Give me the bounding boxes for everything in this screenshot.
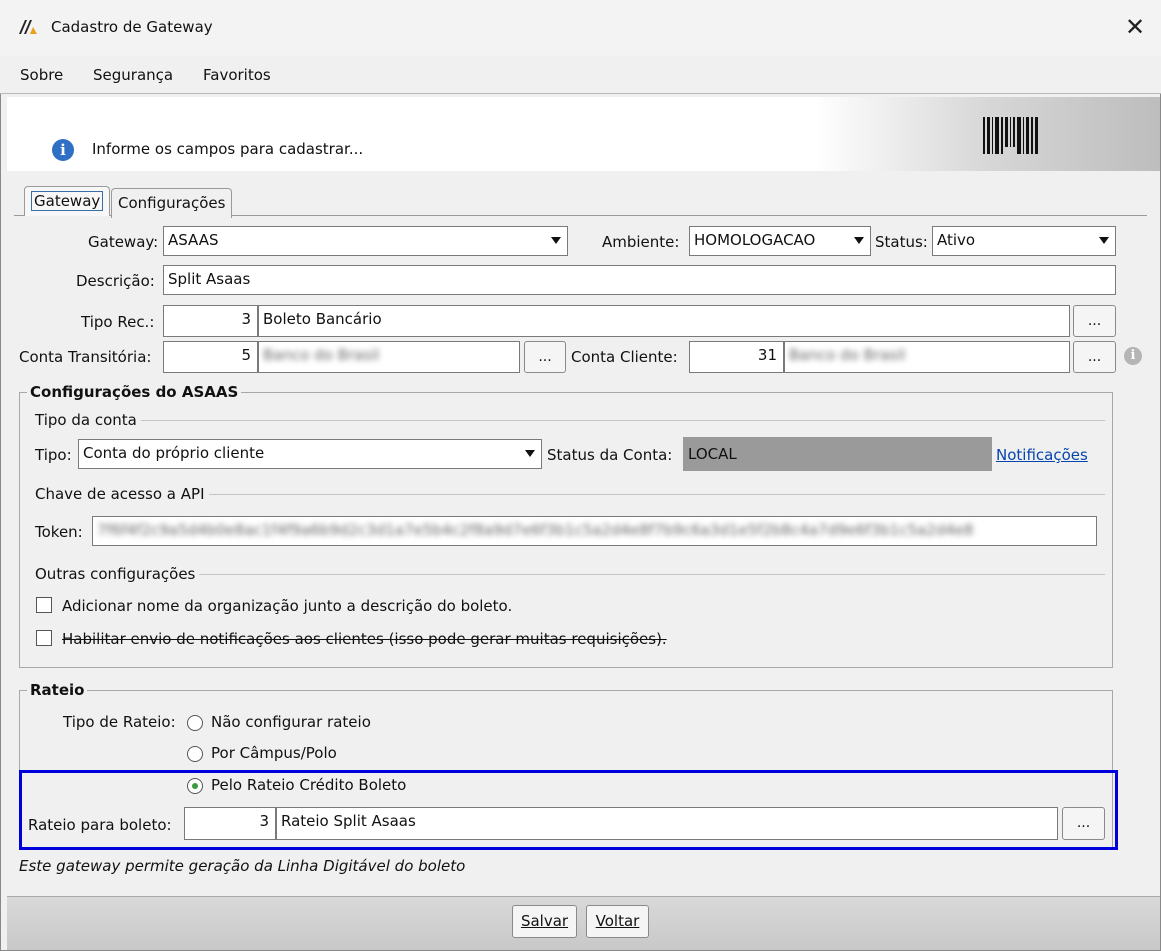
- ambiente-select[interactable]: HOMOLOGACAO: [689, 226, 871, 256]
- status-label: Status:: [875, 233, 928, 251]
- tipo-conta-title: Tipo da conta: [35, 411, 141, 429]
- token-input[interactable]: 7f6f4f2c9a5d4b0e8ac1f4f9a6b9d2c3d1a7e5b4…: [92, 516, 1097, 546]
- tab-gateway-label: Gateway: [31, 191, 104, 211]
- tipo-rec-code-input[interactable]: 3: [163, 305, 258, 337]
- ambiente-label: Ambiente:: [602, 233, 680, 251]
- conta-transitoria-name-field: Banco do Brasil: [258, 341, 520, 373]
- status-conta-field: LOCAL: [683, 437, 992, 471]
- tipo-rec-lookup-button[interactable]: ...: [1073, 305, 1116, 337]
- tab-configuracoes[interactable]: Configurações: [111, 188, 233, 218]
- close-icon[interactable]: ✕: [1118, 10, 1152, 44]
- menu-bar: [0, 56, 1161, 94]
- app-logo-icon: [19, 20, 37, 34]
- ambiente-select-value: HOMOLOGACAO: [694, 231, 816, 249]
- chk-notificacoes[interactable]: [36, 630, 52, 646]
- tipo-conta-select[interactable]: Conta do próprio cliente: [78, 439, 542, 469]
- gateway-select[interactable]: ASAAS: [163, 226, 568, 256]
- info-icon[interactable]: i: [1124, 347, 1142, 365]
- tipo-conta-select-value: Conta do próprio cliente: [83, 444, 265, 462]
- tipo-rateio-label: Tipo de Rateio:: [63, 713, 176, 731]
- chevron-down-icon: [854, 237, 864, 244]
- gateway-select-value: ASAAS: [168, 231, 219, 249]
- voltar-button[interactable]: Voltar: [586, 905, 649, 938]
- rateio-group-title: Rateio: [27, 681, 88, 699]
- highlight-box: [19, 770, 1118, 850]
- tab-gateway[interactable]: Gateway: [24, 186, 111, 216]
- banner-text: Informe os campos para cadastrar...: [92, 140, 364, 158]
- conta-cliente-label: Conta Cliente:: [571, 348, 678, 366]
- chevron-down-icon: [525, 450, 535, 457]
- conta-transitoria-lookup-button[interactable]: ...: [524, 341, 566, 373]
- chk-nome-organizacao-label[interactable]: Adicionar nome da organização junto a de…: [62, 597, 512, 615]
- info-icon: i: [52, 139, 74, 161]
- token-label: Token:: [35, 523, 83, 541]
- barcode-icon: [983, 117, 1038, 154]
- footer-bar: [7, 896, 1160, 950]
- menu-favoritos[interactable]: Favoritos: [203, 66, 271, 84]
- separator: [35, 420, 1105, 421]
- radio-por-campus-label[interactable]: Por Câmpus/Polo: [211, 744, 337, 762]
- window-title: Cadastro de Gateway: [51, 18, 213, 36]
- conta-cliente-lookup-button[interactable]: ...: [1073, 341, 1116, 373]
- chk-notificacoes-label[interactable]: Habilitar envio de notificações aos clie…: [62, 630, 667, 648]
- menu-seguranca[interactable]: Segurança: [93, 66, 173, 84]
- descricao-input[interactable]: Split Asaas: [163, 265, 1116, 295]
- gateway-label: Gateway:: [88, 233, 159, 251]
- status-conta-label: Status da Conta:: [547, 446, 673, 464]
- chevron-down-icon: [551, 237, 561, 244]
- asaas-group-title: Configurações do ASAAS: [27, 383, 242, 401]
- menu-sobre[interactable]: Sobre: [20, 66, 63, 84]
- chave-api-title: Chave de acesso a API: [35, 485, 209, 503]
- radio-nao-configurar-label[interactable]: Não configurar rateio: [211, 713, 371, 731]
- descricao-label: Descrição:: [76, 272, 155, 290]
- radio-por-campus[interactable]: [187, 746, 203, 762]
- chevron-down-icon: [1099, 237, 1109, 244]
- token-value-text: 7f6f4f2c9a5d4b0e8ac1f4f9a6b9d2c3d1a7e5b4…: [97, 521, 974, 539]
- notificacoes-link[interactable]: Notificações: [996, 446, 1088, 464]
- radio-nao-configurar[interactable]: [187, 715, 203, 731]
- conta-cliente-code-input[interactable]: 31: [689, 341, 784, 373]
- chk-nome-organizacao[interactable]: [36, 597, 52, 613]
- conta-cliente-name-text: Banco do Brasil: [789, 346, 906, 364]
- status-select-value: Ativo: [937, 231, 976, 249]
- conta-cliente-name-field: Banco do Brasil: [784, 341, 1070, 373]
- conta-transitoria-code-input[interactable]: 5: [163, 341, 258, 373]
- outras-config-title: Outras configurações: [35, 565, 200, 583]
- tipo-rec-label: Tipo Rec.:: [81, 313, 155, 331]
- tipo-rec-name-field: Boleto Bancário: [258, 305, 1070, 337]
- conta-transitoria-label: Conta Transitória:: [19, 348, 152, 366]
- gateway-note: Este gateway permite geração da Linha Di…: [19, 857, 466, 875]
- status-select[interactable]: Ativo: [932, 226, 1116, 256]
- tipo-label: Tipo:: [35, 446, 72, 464]
- conta-transitoria-name-text: Banco do Brasil: [263, 346, 380, 364]
- salvar-button[interactable]: Salvar: [512, 905, 577, 938]
